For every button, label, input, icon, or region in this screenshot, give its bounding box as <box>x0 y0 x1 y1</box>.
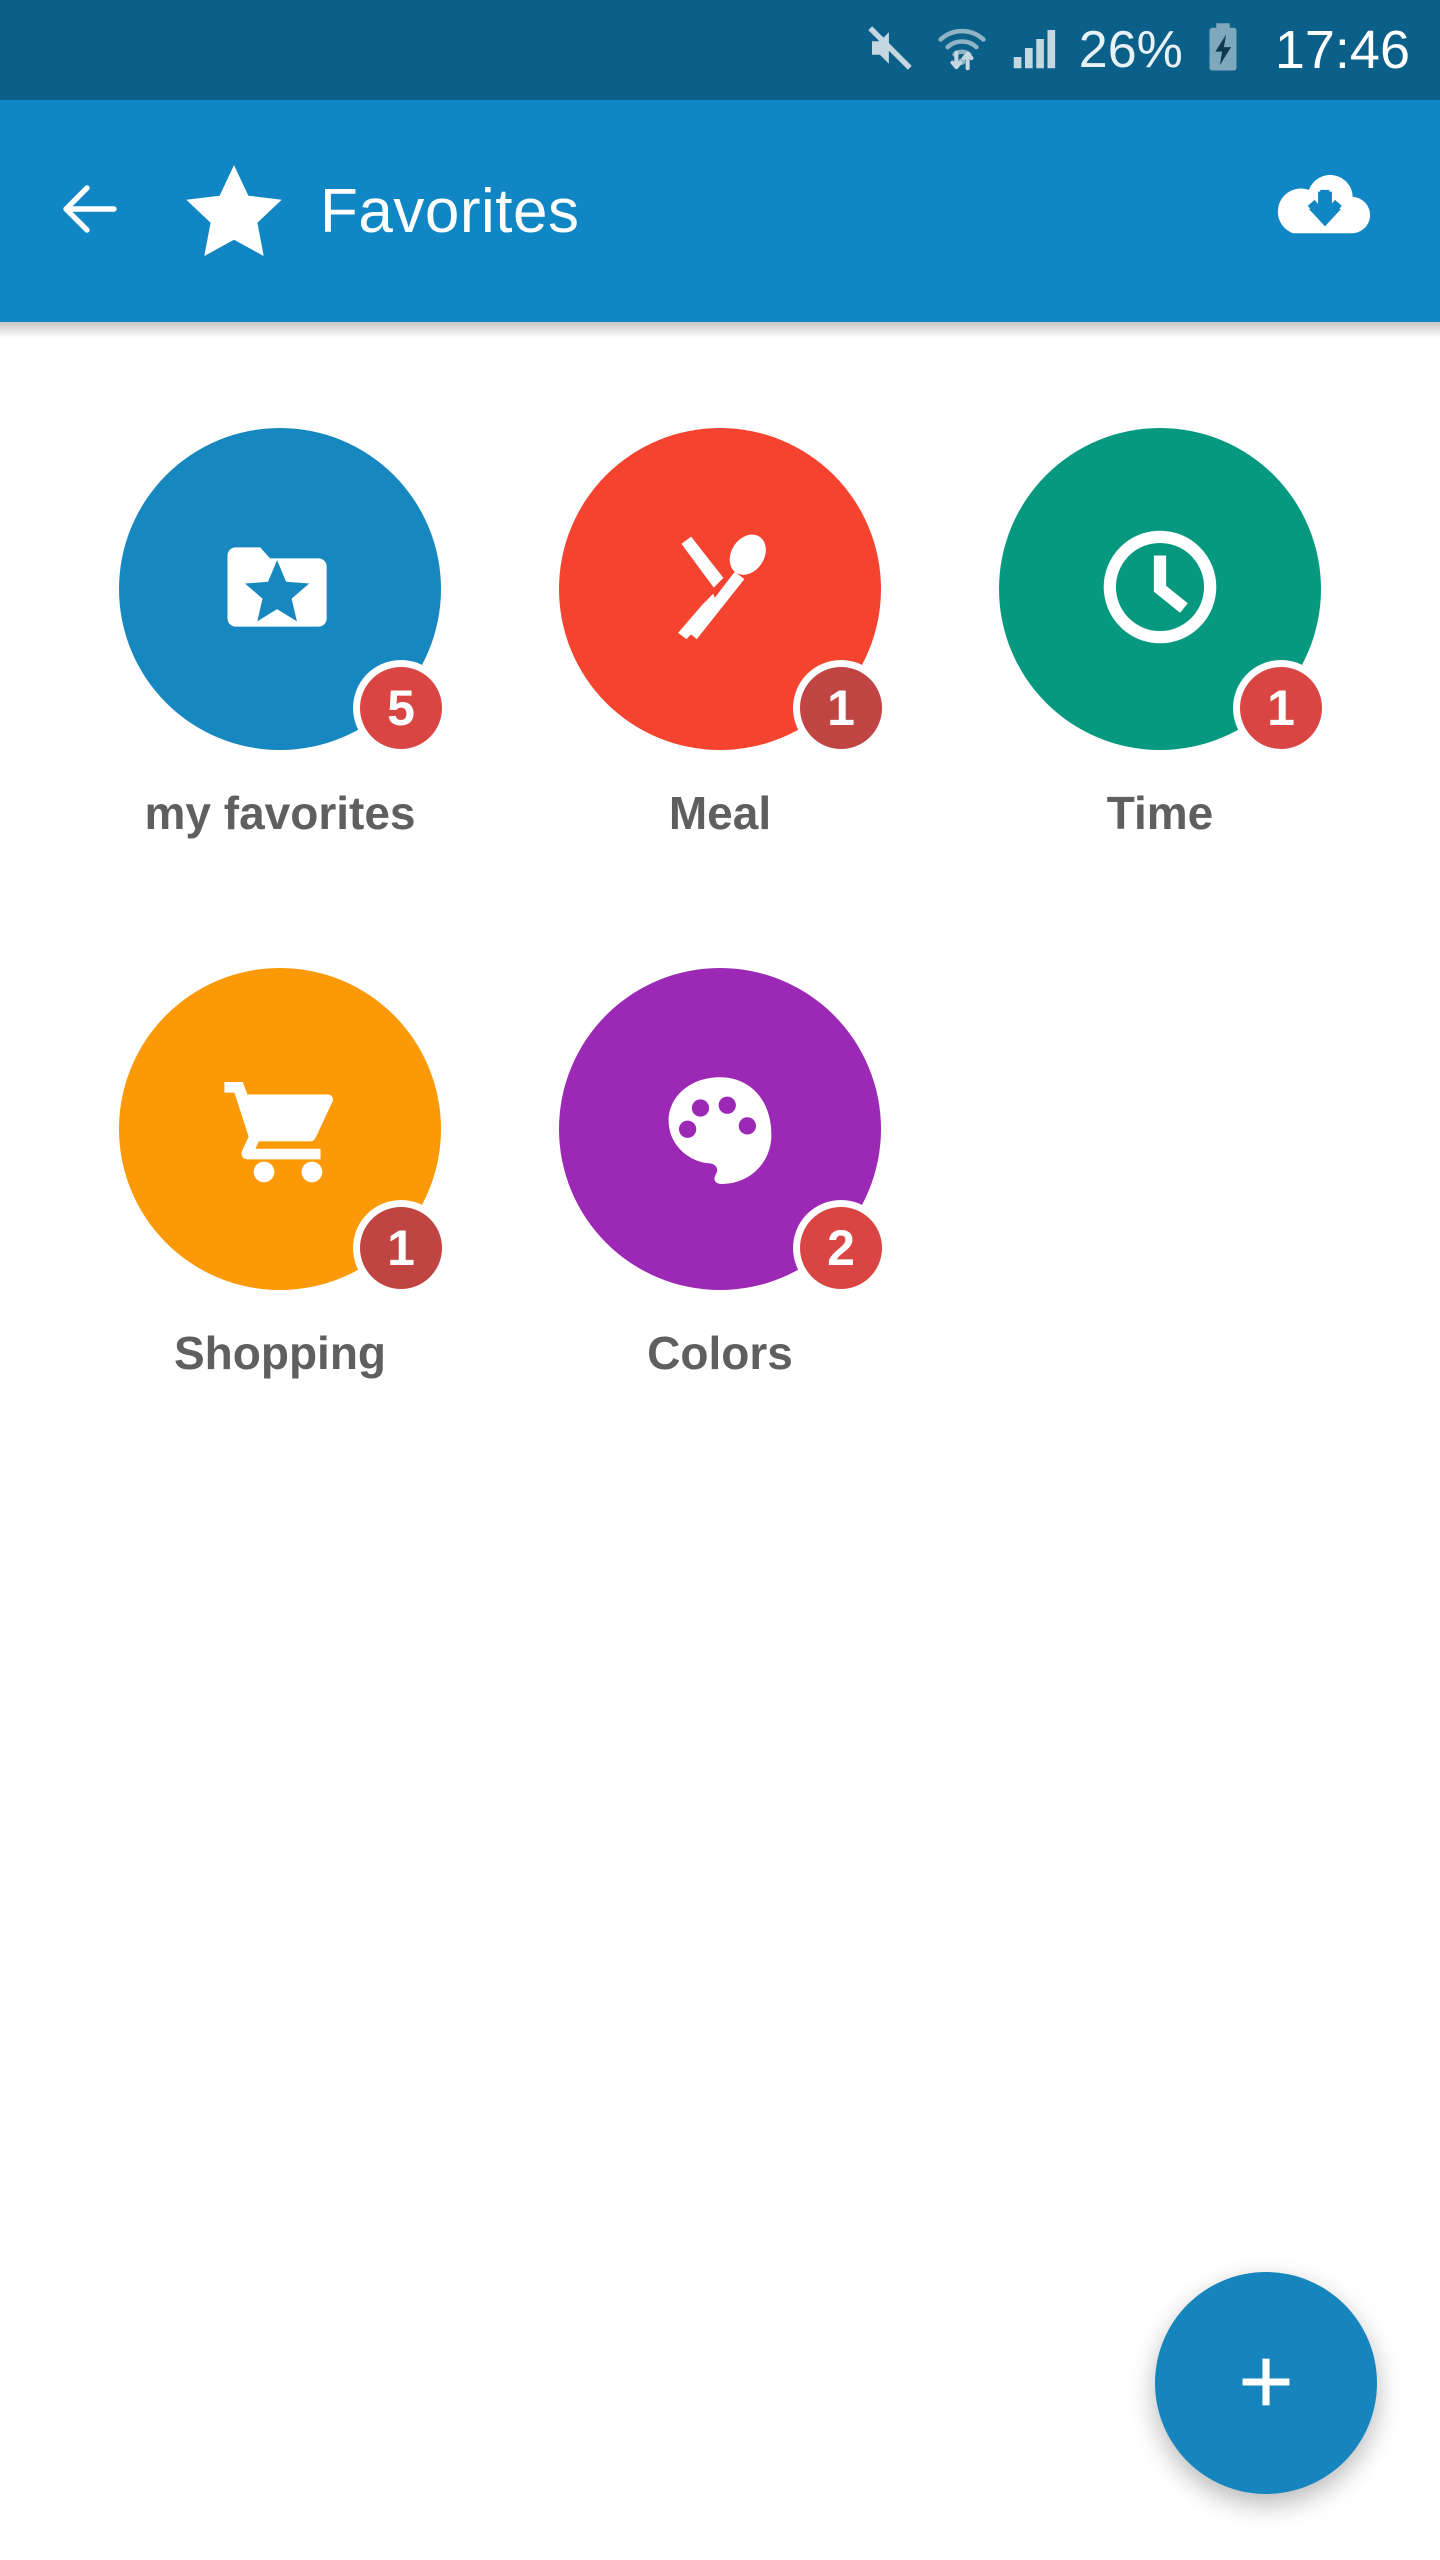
status-bar: 26% 17:46 <box>0 0 1440 100</box>
palette-icon <box>653 1060 787 1199</box>
spoon-knife-icon <box>652 519 788 660</box>
plus-icon <box>1229 2345 1303 2422</box>
wifi-transfer-icon <box>935 21 989 80</box>
back-arrow-icon <box>54 173 126 250</box>
grid-item-label: Time <box>1106 787 1214 839</box>
cloud-download-icon <box>1273 157 1377 266</box>
battery-charging-icon <box>1201 21 1245 80</box>
grid-item-label: my favorites <box>144 787 416 839</box>
grid-item-label: Meal <box>668 787 772 839</box>
back-button[interactable] <box>52 173 128 249</box>
add-favorite-fab[interactable] <box>1155 2272 1377 2494</box>
clock-icon <box>1090 517 1230 662</box>
circle-wrapper: 1 <box>999 428 1329 756</box>
favorites-grid: 5 my favorites 1 Meal 1 Time 1 Shopping … <box>60 428 1380 1508</box>
page-title: Favorites <box>320 176 580 246</box>
circle-wrapper: 5 <box>119 428 449 756</box>
battery-percent-label: 26% <box>1078 21 1183 79</box>
badge-count: 1 <box>353 1200 449 1296</box>
badge-count: 2 <box>793 1200 889 1296</box>
star-icon <box>180 157 288 265</box>
grid-item-shopping[interactable]: 1 Shopping <box>60 968 500 1508</box>
shopping-cart-icon <box>209 1056 351 1203</box>
badge-count: 5 <box>353 660 449 756</box>
grid-item-time[interactable]: 1 Time <box>940 428 1380 968</box>
grid-item-meal[interactable]: 1 Meal <box>500 428 940 968</box>
signal-bars-icon <box>1007 21 1061 80</box>
circle-wrapper: 2 <box>559 968 889 1296</box>
clock-time-label: 17:46 <box>1274 20 1410 80</box>
circle-wrapper: 1 <box>559 428 889 756</box>
app-bar-shadow <box>0 322 1440 338</box>
badge-count: 1 <box>793 660 889 756</box>
grid-item-label: Shopping <box>173 1327 387 1379</box>
status-icons-group: 26% 17:46 <box>863 21 1410 80</box>
cloud-download-button[interactable] <box>1270 156 1380 266</box>
grid-item-label: Colors <box>647 1327 793 1379</box>
folder-star-icon <box>210 517 350 662</box>
circle-wrapper: 1 <box>119 968 449 1296</box>
grid-item-my-favorites[interactable]: 5 my favorites <box>60 428 500 968</box>
mute-icon <box>863 21 917 80</box>
badge-count: 1 <box>1233 660 1329 756</box>
content-area: 5 my favorites 1 Meal 1 Time 1 Shopping … <box>0 338 1440 2560</box>
grid-item-colors[interactable]: 2 Colors <box>500 968 940 1508</box>
app-bar: Favorites <box>0 100 1440 322</box>
